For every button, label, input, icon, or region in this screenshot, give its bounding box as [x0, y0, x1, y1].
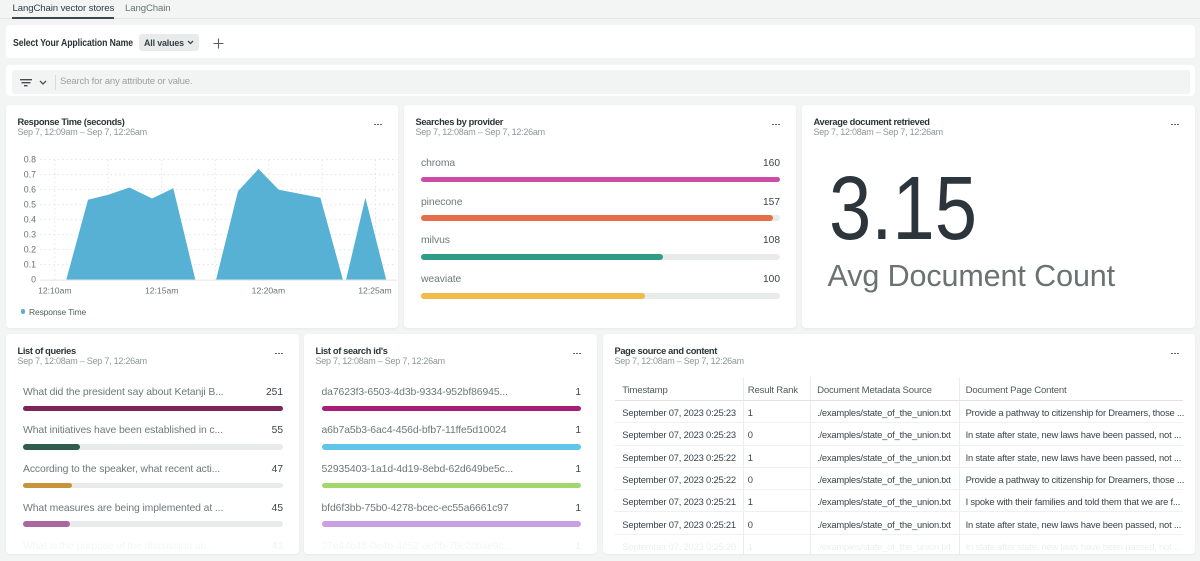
svg-text:0: 0: [31, 275, 36, 285]
svg-text:12:25am: 12:25am: [358, 286, 391, 296]
svg-text:0.4: 0.4: [24, 215, 36, 225]
svg-text:0.3: 0.3: [24, 230, 36, 240]
svg-text:12:20am: 12:20am: [252, 286, 285, 296]
svg-text:12:10am: 12:10am: [38, 286, 71, 296]
svg-text:0.1: 0.1: [24, 260, 36, 270]
svg-text:0.8: 0.8: [24, 155, 36, 165]
svg-text:12:15am: 12:15am: [145, 286, 178, 296]
svg-text:0.7: 0.7: [24, 170, 36, 180]
svg-text:0.5: 0.5: [24, 200, 36, 210]
svg-text:0.6: 0.6: [24, 185, 36, 195]
svg-text:0.2: 0.2: [24, 245, 36, 255]
